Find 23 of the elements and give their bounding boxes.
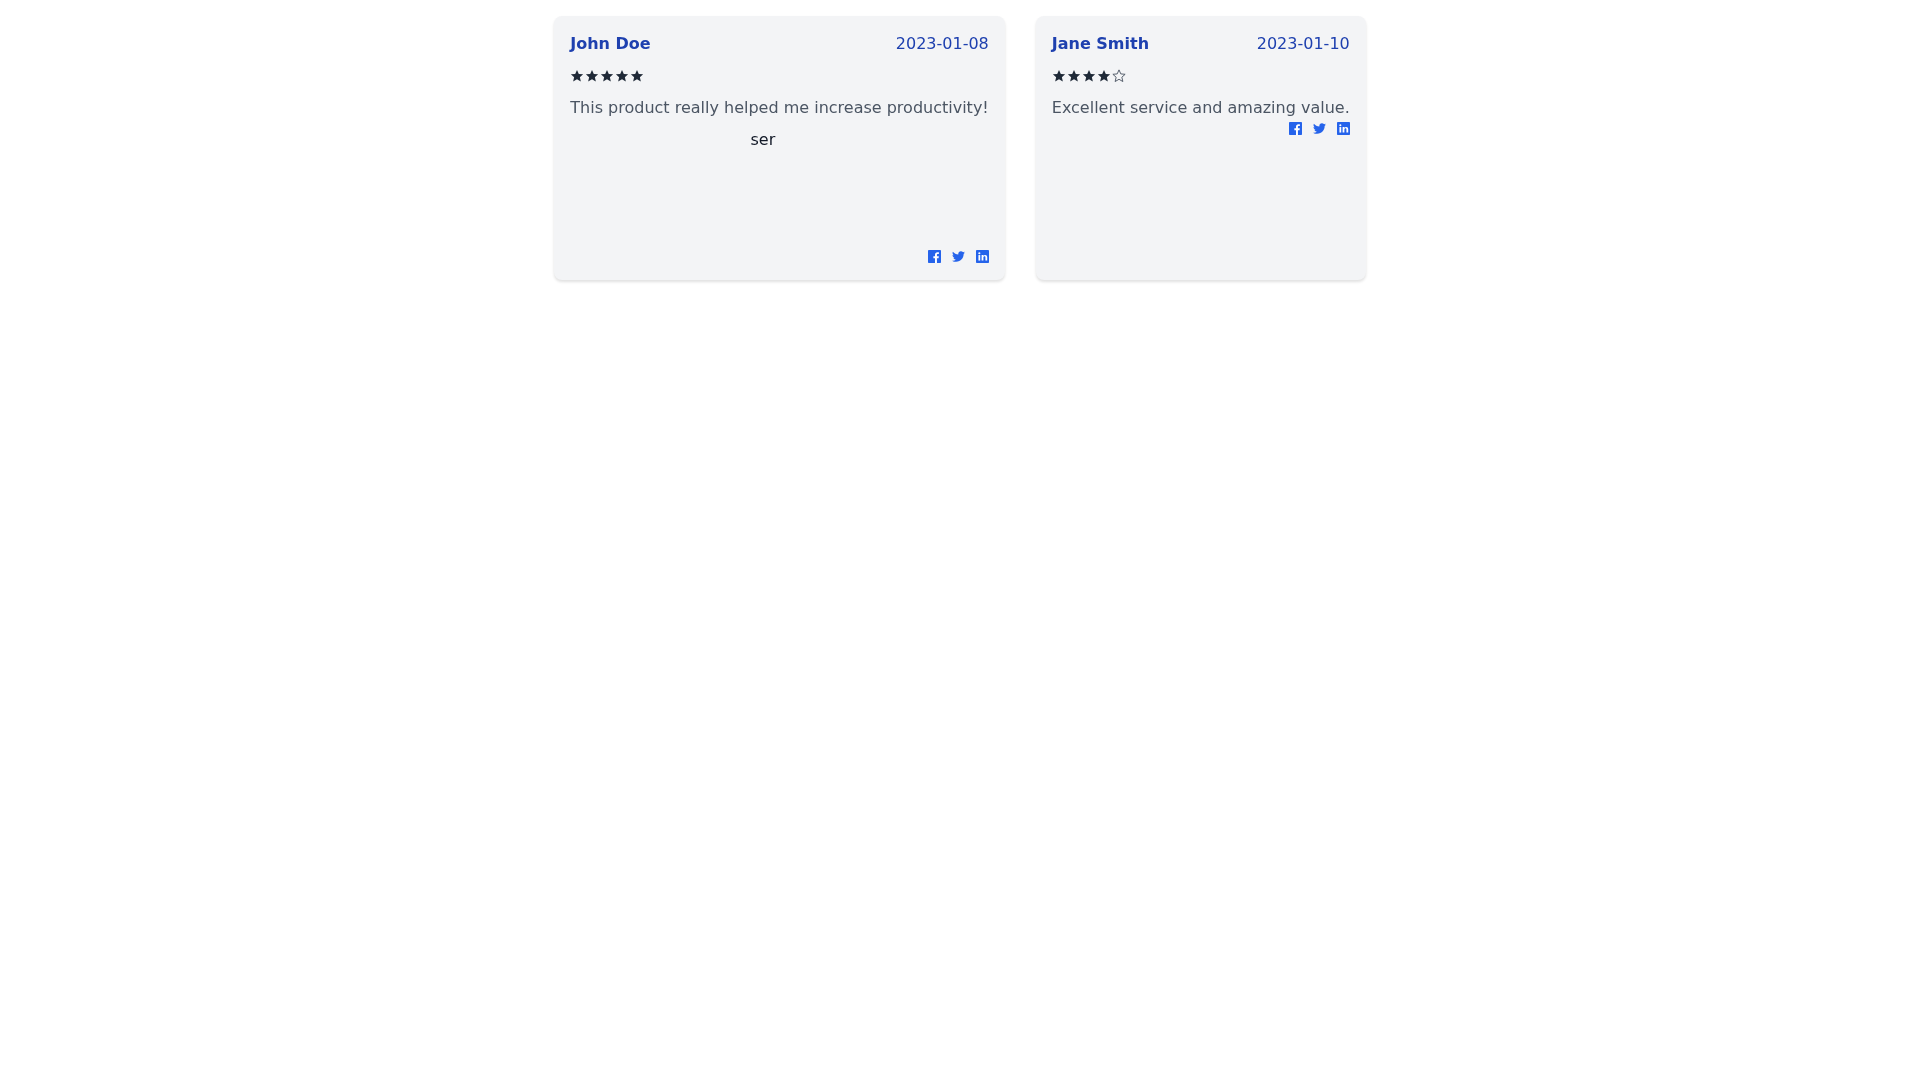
star-icon	[585, 69, 600, 83]
author-name: Jane Smith	[1051, 33, 1150, 55]
star-icon	[1051, 69, 1066, 83]
twitter-icon[interactable]	[951, 249, 965, 263]
review-text: This product really helped me increase productivity!	[570, 97, 989, 119]
linkedin-icon[interactable]	[1336, 121, 1350, 135]
author-name: John Doe	[570, 33, 651, 55]
image-alt-text: ser	[750, 129, 776, 151]
star-icon	[1066, 69, 1081, 83]
review-text: Excellent service and amazing value.	[1051, 97, 1350, 119]
linkedin-icon[interactable]	[975, 249, 989, 263]
review-date: 2023-01-10	[1256, 33, 1350, 55]
star-outline-icon	[1111, 69, 1126, 83]
facebook-icon[interactable]	[1288, 121, 1302, 135]
twitter-icon[interactable]	[1312, 121, 1326, 135]
star-icon	[615, 69, 630, 83]
star-icon	[1081, 69, 1096, 83]
review-date: 2023-01-08	[895, 33, 989, 55]
facebook-icon[interactable]	[927, 249, 941, 263]
star-icon	[1096, 69, 1111, 83]
star-icon	[570, 69, 585, 83]
star-icon	[630, 69, 645, 83]
star-icon	[600, 69, 615, 83]
